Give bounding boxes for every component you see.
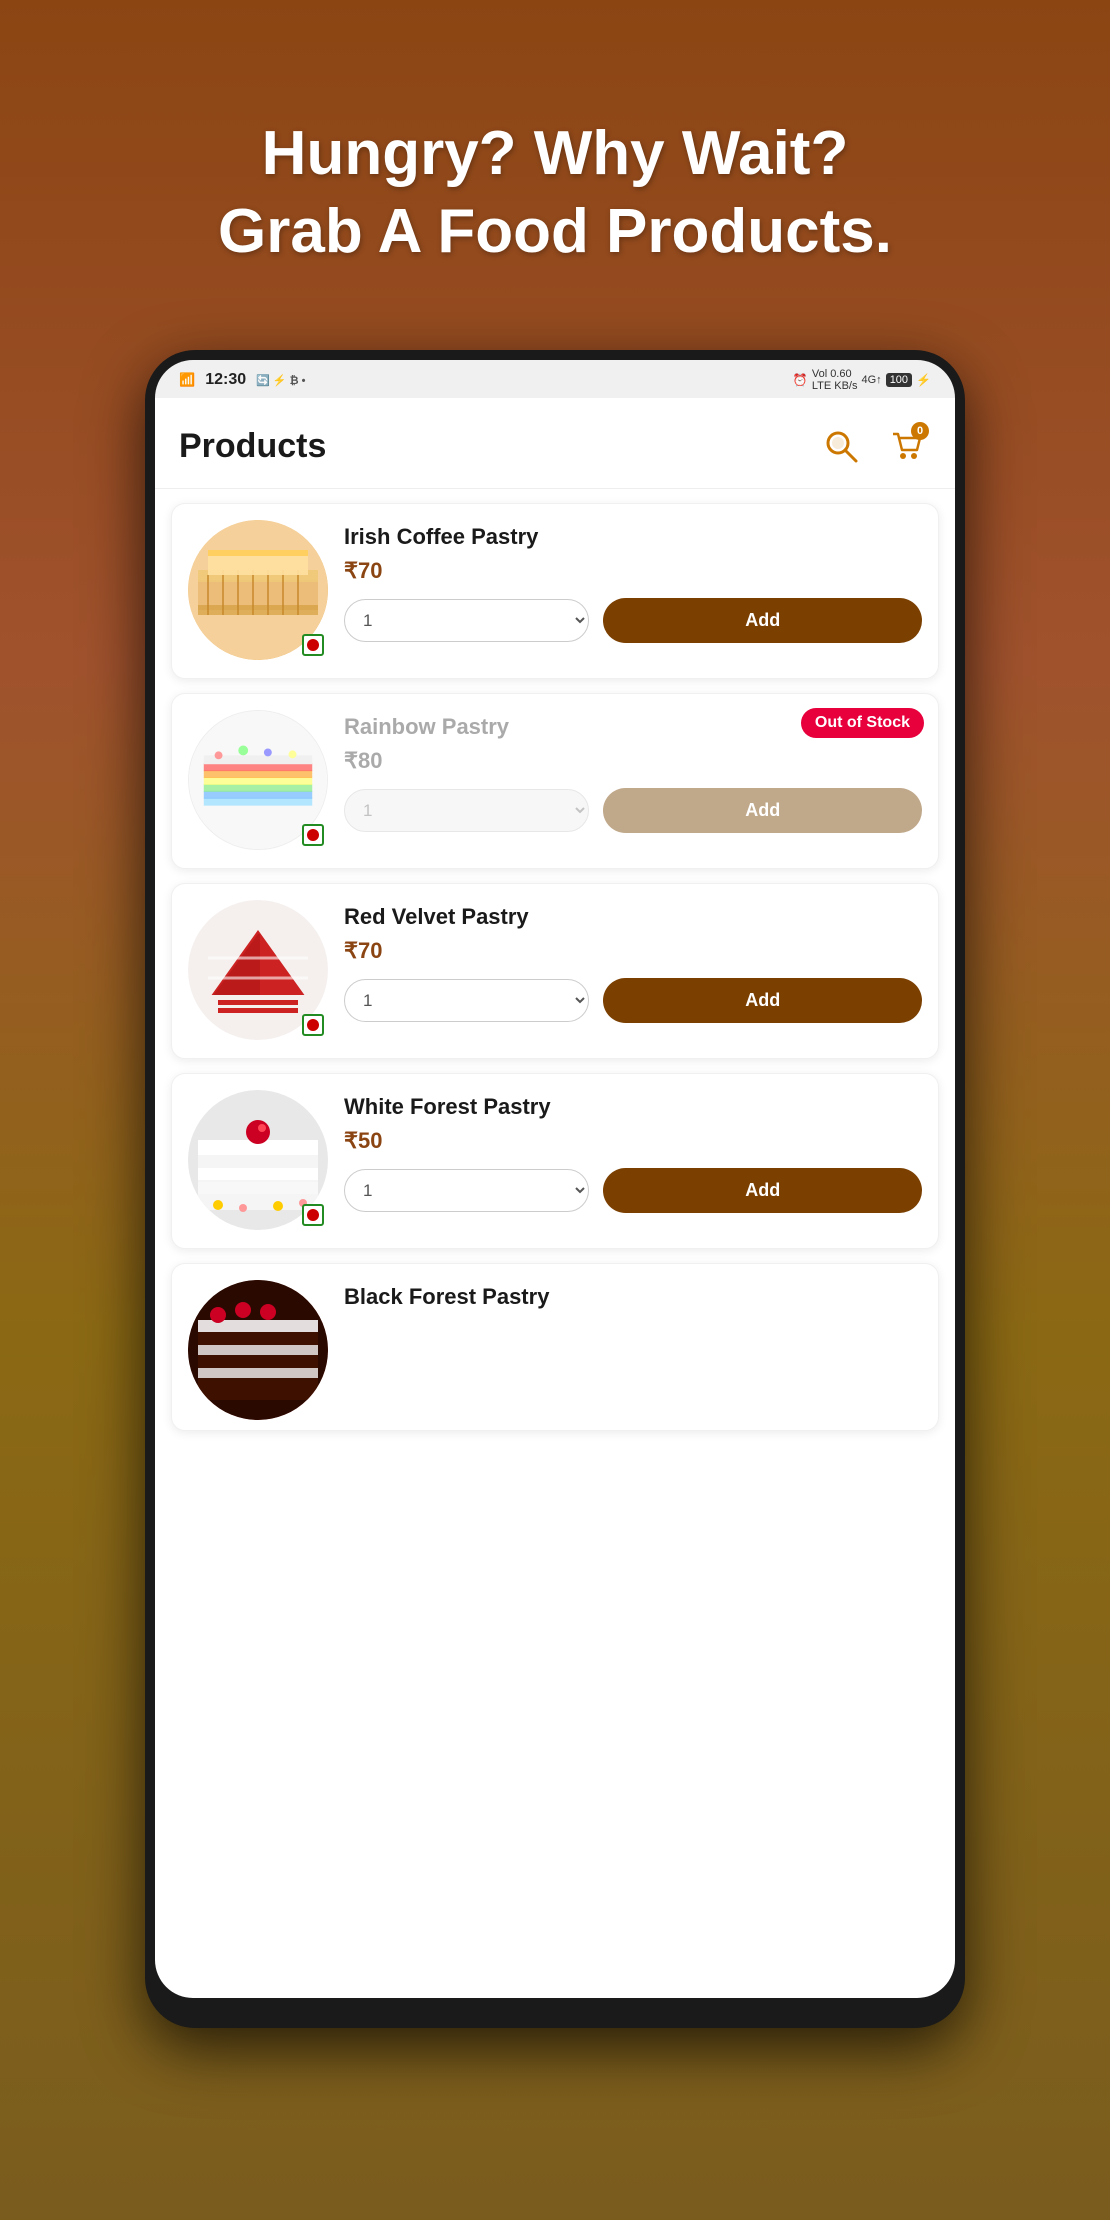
status-right: ⏰ Vol 0.60LTE KB/s 4G↑ 100 ⚡: [793, 368, 931, 392]
product-price-redvelvet: ₹70: [344, 938, 922, 964]
product-info-redvelvet: Red Velvet Pastry ₹70 1 2 3 Add: [344, 900, 922, 1023]
add-button-irish[interactable]: Add: [603, 598, 922, 643]
veg-indicator: [302, 634, 324, 656]
product-info-blackforest: Black Forest Pastry: [344, 1280, 922, 1318]
network-speed: Vol 0.60LTE KB/s: [812, 368, 858, 392]
status-left: 📶 12:30 🔄 ⚡ ₿ •: [179, 371, 306, 389]
veg-indicator-whiteforest: [302, 1204, 324, 1226]
product-info-whiteforest: White Forest Pastry ₹50 1 2 3 Add: [344, 1090, 922, 1213]
phone-screen: Products 0: [155, 398, 955, 1998]
status-time: 12:30: [205, 371, 246, 389]
product-image-blackforest: [188, 1280, 328, 1420]
app-header: Products 0: [155, 398, 955, 489]
product-name-irish: Irish Coffee Pastry: [344, 524, 922, 550]
product-info-irish: Irish Coffee Pastry ₹70 1 2 3 4 5 Add: [344, 520, 922, 643]
product-image-irish: [188, 520, 328, 660]
veg-indicator-rainbow: [302, 824, 324, 846]
veg-indicator-redvelvet: [302, 1014, 324, 1036]
product-actions-rainbow: 1 Add: [344, 788, 922, 833]
product-card-rainbow-pastry: Out of Stock: [171, 693, 939, 869]
lte-icon: 4G↑: [862, 374, 882, 386]
product-name-whiteforest: White Forest Pastry: [344, 1094, 922, 1120]
battery-indicator: 100: [886, 373, 912, 387]
signal-icon: 📶: [179, 372, 195, 388]
product-image-redvelvet: [188, 900, 328, 1040]
hero-text: Hungry? Why Wait? Grab A Food Products.: [60, 55, 1050, 310]
add-button-whiteforest[interactable]: Add: [603, 1168, 922, 1213]
out-of-stock-badge: Out of Stock: [801, 708, 924, 738]
product-card-white-forest-pastry: White Forest Pastry ₹50 1 2 3 Add: [171, 1073, 939, 1249]
qty-select-whiteforest[interactable]: 1 2 3: [344, 1169, 589, 1212]
phone-frame: 📶 12:30 🔄 ⚡ ₿ • ⏰ Vol 0.60LTE KB/s 4G↑ 1…: [145, 350, 965, 2028]
product-price-whiteforest: ₹50: [344, 1128, 922, 1154]
add-button-rainbow[interactable]: Add: [603, 788, 922, 833]
status-bar: 📶 12:30 🔄 ⚡ ₿ • ⏰ Vol 0.60LTE KB/s 4G↑ 1…: [155, 360, 955, 398]
add-button-redvelvet[interactable]: Add: [603, 978, 922, 1023]
cart-badge: 0: [911, 422, 929, 440]
product-card-red-velvet-pastry: Red Velvet Pastry ₹70 1 2 3 Add: [171, 883, 939, 1059]
product-name-blackforest: Black Forest Pastry: [344, 1284, 922, 1310]
qty-select-irish[interactable]: 1 2 3 4 5: [344, 599, 589, 642]
status-icons: 🔄 ⚡ ₿ •: [256, 374, 305, 387]
charging-icon: ⚡: [916, 373, 931, 387]
search-button[interactable]: [817, 422, 865, 470]
cart-button[interactable]: 0: [879, 420, 931, 472]
page-title: Products: [179, 427, 326, 466]
product-actions-irish: 1 2 3 4 5 Add: [344, 598, 922, 643]
product-price-rainbow: ₹80: [344, 748, 922, 774]
product-image-whiteforest: [188, 1090, 328, 1230]
search-icon: [822, 427, 860, 465]
products-list: Irish Coffee Pastry ₹70 1 2 3 4 5 Add: [155, 489, 955, 1455]
alarm-icon: ⏰: [793, 373, 808, 387]
product-image-rainbow: [188, 710, 328, 850]
product-name-redvelvet: Red Velvet Pastry: [344, 904, 922, 930]
product-card-irish-coffee-pastry: Irish Coffee Pastry ₹70 1 2 3 4 5 Add: [171, 503, 939, 679]
hero-section: Hungry? Why Wait? Grab A Food Products.: [0, 0, 1110, 340]
qty-select-redvelvet[interactable]: 1 2 3: [344, 979, 589, 1022]
product-price-irish: ₹70: [344, 558, 922, 584]
product-actions-redvelvet: 1 2 3 Add: [344, 978, 922, 1023]
product-actions-whiteforest: 1 2 3 Add: [344, 1168, 922, 1213]
product-card-black-forest-pastry: Black Forest Pastry: [171, 1263, 939, 1431]
qty-select-rainbow[interactable]: 1: [344, 789, 589, 832]
header-icons: 0: [817, 420, 931, 472]
